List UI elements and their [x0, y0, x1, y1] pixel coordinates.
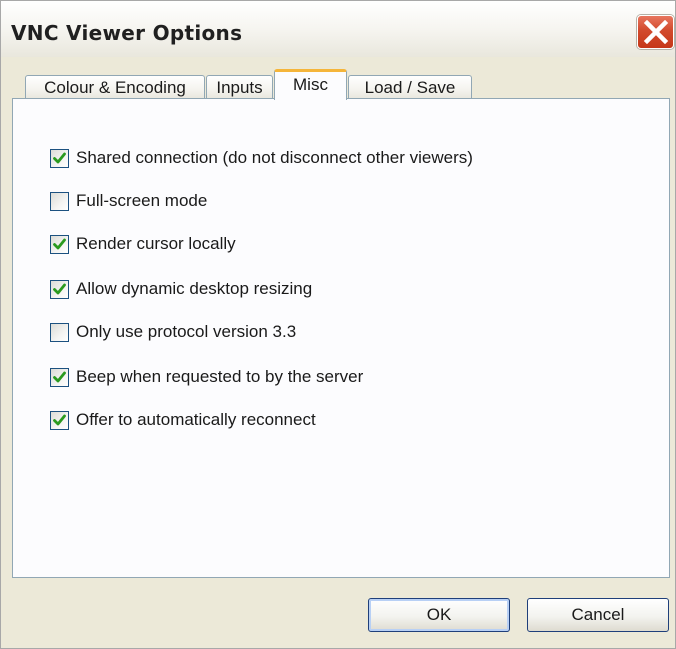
- option-full-screen-mode[interactable]: Full-screen mode: [50, 189, 207, 213]
- tab-colour-encoding[interactable]: Colour & Encoding: [25, 75, 205, 99]
- title-bar[interactable]: VNC Viewer Options: [1, 1, 675, 57]
- option-label: Offer to automatically reconnect: [76, 410, 316, 429]
- checkmark-icon: [53, 152, 66, 163]
- option-label: Full-screen mode: [76, 191, 208, 210]
- checkmark-icon: [53, 238, 66, 249]
- shared-connection-checkbox[interactable]: [50, 148, 69, 168]
- tab-load-save[interactable]: Load / Save: [348, 75, 472, 99]
- option-protocol-version-3-3[interactable]: Only use protocol version 3.3: [50, 320, 296, 344]
- option-label: Render cursor locally: [76, 234, 236, 253]
- option-label: Only use protocol version 3.3: [76, 322, 297, 341]
- tab-inputs[interactable]: Inputs: [206, 75, 273, 99]
- option-render-cursor-locally[interactable]: Render cursor locally: [50, 232, 236, 256]
- close-icon: [643, 20, 669, 44]
- tab-misc[interactable]: Misc: [274, 69, 347, 100]
- option-dynamic-desktop-resizing[interactable]: Allow dynamic desktop resizing: [50, 277, 312, 301]
- render-cursor-locally-checkbox[interactable]: [50, 234, 69, 254]
- protocol-version-checkbox[interactable]: [50, 322, 69, 342]
- window-title: VNC Viewer Options: [11, 21, 243, 45]
- auto-reconnect-checkbox[interactable]: [50, 410, 69, 430]
- checkmark-icon: [53, 283, 66, 294]
- dynamic-desktop-resizing-checkbox[interactable]: [50, 279, 69, 299]
- close-button[interactable]: [637, 15, 674, 49]
- checkmark-icon: [53, 414, 66, 425]
- option-shared-connection[interactable]: Shared connection (do not disconnect oth…: [50, 146, 473, 170]
- checkmark-icon: [53, 371, 66, 382]
- option-label: Shared connection (do not disconnect oth…: [76, 148, 473, 167]
- full-screen-mode-checkbox[interactable]: [50, 191, 69, 211]
- vnc-viewer-options-dialog: VNC Viewer Options Colour & Encoding Inp…: [0, 0, 676, 649]
- option-beep-when-requested[interactable]: Beep when requested to by the server: [50, 365, 363, 389]
- option-auto-reconnect[interactable]: Offer to automatically reconnect: [50, 408, 316, 432]
- ok-button[interactable]: OK: [368, 598, 510, 632]
- beep-when-requested-checkbox[interactable]: [50, 367, 69, 387]
- cancel-button[interactable]: Cancel: [527, 598, 669, 632]
- option-label: Beep when requested to by the server: [76, 367, 364, 386]
- option-label: Allow dynamic desktop resizing: [76, 279, 313, 298]
